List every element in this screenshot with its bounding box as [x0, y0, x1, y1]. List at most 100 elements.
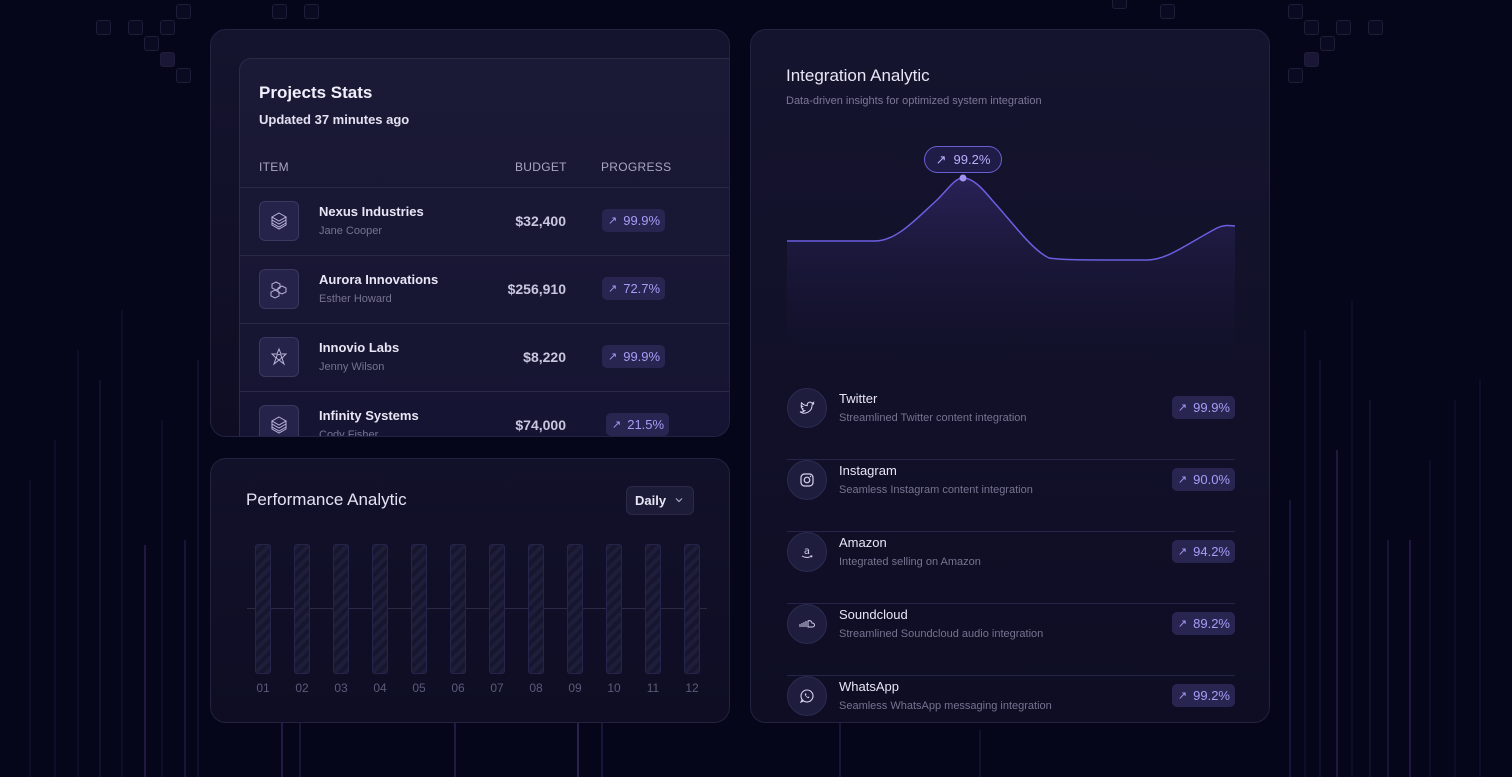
- project-budget: $74,000: [515, 417, 566, 433]
- performance-axis-line: [247, 608, 707, 609]
- project-name: Aurora Innovations: [319, 272, 439, 287]
- integration-name: Twitter: [839, 391, 878, 406]
- progress-badge: ↗ 99.9%: [602, 345, 666, 368]
- performance-bar-label: 08: [529, 681, 543, 695]
- integration-analytic-card: Integration Analytic Data-driven insight…: [750, 29, 1270, 723]
- period-value: Daily: [635, 493, 667, 508]
- period-dropdown[interactable]: Daily: [626, 486, 694, 515]
- performance-bar[interactable]: [645, 544, 661, 674]
- project-owner: Cody Fisher: [319, 429, 379, 437]
- arrow-up-right-icon: ↗: [608, 283, 618, 295]
- integration-area-chart: [787, 174, 1235, 370]
- list-item[interactable]: Soundcloud Streamlined Soundcloud audio …: [787, 604, 1235, 676]
- integration-description: Streamlined Twitter content integration: [839, 412, 1027, 424]
- arrow-up-right-icon: ↗: [1177, 474, 1188, 486]
- integration-badge: ↗ 99.9%: [1171, 396, 1235, 419]
- soundcloud-icon: [787, 604, 827, 644]
- instagram-icon: [787, 460, 827, 500]
- performance-bar[interactable]: [528, 544, 544, 674]
- performance-bar-label: 09: [568, 681, 582, 695]
- performance-analytic-card: Performance Analytic Daily 01 02 03 04 05 06 0…: [210, 458, 730, 723]
- progress-badge: ↗ 21.5%: [606, 413, 670, 436]
- performance-bar[interactable]: [606, 544, 622, 674]
- integration-badge: ↗ 89.2%: [1171, 612, 1235, 635]
- peak-badge: ↗ 99.2%: [924, 146, 1002, 173]
- project-budget: $32,400: [515, 213, 566, 229]
- performance-bar[interactable]: [450, 544, 466, 674]
- project-name: Nexus Industries: [319, 204, 424, 219]
- integration-title: Integration Analytic: [786, 66, 930, 85]
- progress-badge: ↗ 99.9%: [602, 209, 666, 232]
- chart-peak-point: [959, 174, 967, 182]
- arrow-up-right-icon: ↗: [1177, 402, 1188, 414]
- arrow-up-right-icon: ↗: [612, 419, 622, 431]
- integration-value: 99.2%: [1193, 688, 1230, 703]
- integration-subtitle: Data-driven insights for optimized syste…: [786, 95, 1042, 107]
- star-icon: [259, 337, 299, 377]
- performance-bar[interactable]: [372, 544, 388, 674]
- cubes-icon: [259, 269, 299, 309]
- layers-icon: [259, 405, 299, 436]
- project-budget: $256,910: [507, 281, 566, 297]
- project-owner: Esther Howard: [319, 293, 392, 305]
- integration-badge: ↗ 94.2%: [1171, 540, 1235, 563]
- table-row[interactable]: Innovio Labs Jenny Wilson $8,220 ↗ 99.9%: [240, 323, 729, 391]
- performance-bar-label: 01: [256, 681, 270, 695]
- integration-badge: ↗ 99.2%: [1171, 684, 1235, 707]
- performance-title: Performance Analytic: [246, 490, 407, 509]
- arrow-up-right-icon: ↗: [1177, 546, 1188, 558]
- table-row[interactable]: Infinity Systems Cody Fisher $74,000 ↗ 21…: [240, 391, 729, 437]
- project-owner: Jane Cooper: [319, 225, 382, 237]
- integration-description: Streamlined Soundcloud audio integration: [839, 628, 1044, 640]
- list-item[interactable]: a Amazon Integrated selling on Amazon ↗ 9…: [787, 532, 1235, 604]
- column-header-item: ITEM: [259, 160, 289, 174]
- performance-bar-label: 11: [646, 681, 660, 695]
- table-row[interactable]: Aurora Innovations Esther Howard $256,91…: [240, 255, 729, 323]
- peak-value: 99.2%: [953, 152, 991, 167]
- chart-area: [787, 178, 1235, 370]
- performance-bar[interactable]: [567, 544, 583, 674]
- performance-bar-label: 07: [490, 681, 504, 695]
- column-header-budget: BUDGET: [515, 160, 567, 174]
- performance-bar-label: 02: [295, 681, 309, 695]
- arrow-up-right-icon: ↗: [1177, 690, 1188, 702]
- amazon-icon: a: [787, 532, 827, 572]
- performance-bar-label: 10: [607, 681, 621, 695]
- list-item[interactable]: Instagram Seamless Instagram content int…: [787, 460, 1235, 532]
- integration-description: Seamless WhatsApp messaging integration: [839, 700, 1052, 712]
- projects-stats-card: Projects Stats Updated 37 minutes ago IT…: [210, 29, 730, 437]
- twitter-icon: [787, 388, 827, 428]
- performance-bar[interactable]: [411, 544, 427, 674]
- performance-bar[interactable]: [294, 544, 310, 674]
- integration-description: Integrated selling on Amazon: [839, 556, 981, 568]
- arrow-up-right-icon: ↗: [608, 215, 618, 227]
- progress-value: 99.9%: [623, 349, 661, 364]
- projects-panel: Projects Stats Updated 37 minutes ago IT…: [239, 58, 729, 437]
- performance-bar-label: 06: [451, 681, 465, 695]
- performance-bar-label: 04: [373, 681, 387, 695]
- list-item[interactable]: WhatsApp Seamless WhatsApp messaging int…: [787, 676, 1235, 722]
- project-budget: $8,220: [523, 349, 566, 365]
- arrow-up-right-icon: ↗: [608, 351, 618, 363]
- integration-name: Amazon: [839, 535, 887, 550]
- whatsapp-icon: [787, 676, 827, 716]
- project-owner: Jenny Wilson: [319, 361, 385, 373]
- performance-bar[interactable]: [684, 544, 700, 674]
- performance-bar[interactable]: [489, 544, 505, 674]
- performance-bar-label: 05: [412, 681, 426, 695]
- progress-badge: ↗ 72.7%: [602, 277, 666, 300]
- integration-name: Instagram: [839, 463, 897, 478]
- performance-bar[interactable]: [255, 544, 271, 674]
- performance-bar-label: 12: [685, 681, 699, 695]
- list-item[interactable]: Twitter Streamlined Twitter content inte…: [787, 388, 1235, 460]
- project-name: Infinity Systems: [319, 408, 419, 423]
- svg-text:a: a: [804, 546, 810, 557]
- performance-bar[interactable]: [333, 544, 349, 674]
- integration-value: 89.2%: [1193, 616, 1230, 631]
- projects-title: Projects Stats: [259, 83, 373, 102]
- integration-description: Seamless Instagram content integration: [839, 484, 1033, 496]
- integration-value: 94.2%: [1193, 544, 1230, 559]
- chevron-down-icon: [674, 493, 684, 508]
- table-row[interactable]: Nexus Industries Jane Cooper $32,400 ↗ 99…: [240, 187, 729, 255]
- column-header-progress: PROGRESS: [601, 160, 672, 174]
